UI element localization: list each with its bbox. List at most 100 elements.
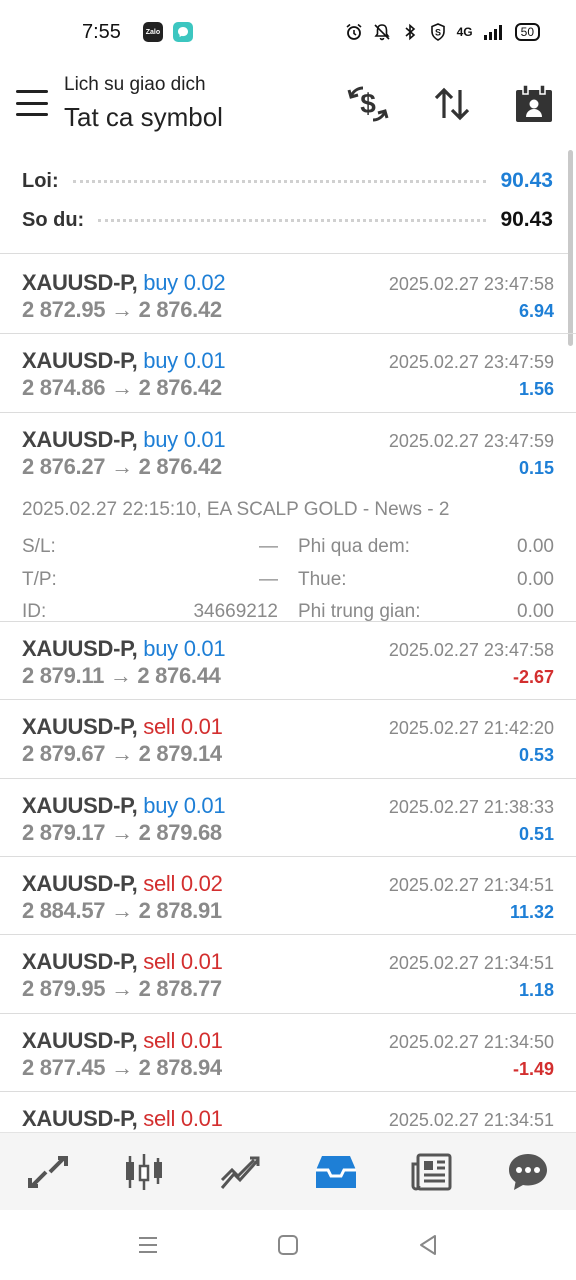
trade-row[interactable]: XAUUSD-P, buy 0.01 2025.02.27 23:47:58 2 8… (0, 622, 576, 701)
swap-label: Phi qua dem: (298, 536, 410, 558)
header-subtitle: Lich su giao dich (64, 74, 206, 95)
trade-title: XAUUSD-P, buy 0.01 (22, 348, 226, 374)
trade-time: 2025.02.27 21:34:51 (388, 953, 554, 974)
trade-time: 2025.02.27 23:47:59 (388, 352, 554, 373)
battery-indicator: 50 (514, 23, 540, 41)
trade-profit: 0.53 (518, 745, 554, 766)
history-icon[interactable] (306, 1144, 366, 1200)
header-title[interactable]: Tat ca symbol (64, 102, 223, 133)
trade-type: buy (143, 348, 178, 374)
trade-volume: 0.01 (180, 949, 223, 975)
status-bar: 7:55 Zalo S 4G 50 (0, 0, 576, 64)
trade-symbol: XAUUSD-P, (22, 348, 138, 374)
id-value: 34669212 (193, 601, 278, 623)
menu-icon[interactable] (16, 90, 48, 116)
trade-prices: 2 879.95 → 2 878.77 (22, 976, 222, 1002)
trade-row[interactable]: XAUUSD-P, sell 0.01 2025.02.27 21:34:50 2 … (0, 1014, 576, 1093)
sort-icon[interactable] (430, 82, 474, 126)
tp-value: — (259, 568, 278, 590)
trade-prices: 2 879.11 → 2 876.44 (22, 663, 221, 689)
alarm-icon (346, 23, 362, 40)
trade-time: 2025.02.27 21:34:50 (388, 1031, 554, 1052)
trade-volume: 0.01 (180, 1027, 223, 1053)
profit-value: 90.43 (500, 169, 553, 192)
back-icon[interactable] (408, 1225, 448, 1265)
trade-row[interactable]: XAUUSD-P, sell 0.01 2025.02.27 21:34:51 2 … (0, 935, 576, 1014)
chat-icon[interactable] (498, 1144, 558, 1200)
dollar-swap-icon[interactable]: $ (346, 82, 390, 126)
trade-prices: 2 879.17 → 2 879.68 (22, 820, 222, 846)
trade-volume: 0.01 (180, 1106, 223, 1132)
trade-title: XAUUSD-P, sell 0.01 (22, 1028, 223, 1054)
app-header: Lich su giao dich Tat ca symbol $ (0, 64, 576, 150)
trade-volume: 0.01 (183, 426, 226, 452)
trade-symbol: XAUUSD-P, (22, 270, 138, 295)
calendar-icon[interactable] (512, 82, 556, 126)
recent-apps-icon[interactable] (128, 1225, 168, 1265)
bluetooth-icon (405, 23, 415, 41)
mute-bell-icon (374, 24, 390, 41)
open-price: 2 877.45 (22, 1054, 106, 1080)
trade-time: 2025.02.27 21:38:33 (388, 796, 554, 817)
trade-time: 2025.02.27 23:47:59 (388, 430, 554, 451)
trade-volume: 0.02 (180, 870, 223, 896)
home-icon[interactable] (268, 1225, 308, 1265)
trade-row[interactable]: XAUUSD-P, buy 0.01 2025.02.27 23:47:59 2 8… (0, 334, 576, 413)
quotes-icon[interactable] (18, 1144, 78, 1200)
open-price: 2 884.57 (22, 897, 106, 923)
trade-type: sell (143, 1106, 176, 1132)
dotted-leader (72, 179, 487, 183)
arrow: → (111, 453, 133, 479)
trade-prices: 2 876.27 → 2 876.42 (22, 454, 222, 480)
trade-symbol: XAUUSD-P, (22, 1027, 138, 1053)
trade-volume: 0.01 (183, 635, 226, 661)
status-time: 7:55 (82, 20, 121, 43)
open-price: 2 879.11 (22, 662, 105, 688)
chart-icon[interactable] (114, 1144, 174, 1200)
trade-type: sell (143, 1027, 176, 1053)
trade-row[interactable]: XAUUSD-P, sell 0.01 2025.02.27 21:34:51 (0, 1092, 576, 1132)
close-price: 2 879.14 (138, 741, 223, 767)
trade-title: XAUUSD-P, buy 0.01 (22, 635, 226, 662)
profit-label: Loi: (22, 169, 59, 192)
trade-type: buy (143, 270, 178, 295)
trade-title: XAUUSD-P, sell 0.01 (22, 714, 223, 740)
trade-title: XAUUSD-P, buy 0.01 (22, 792, 226, 819)
id-label: ID: (22, 601, 47, 623)
trade-icon[interactable] (210, 1144, 270, 1200)
header-titles[interactable]: Lich su giao dich Tat ca symbol (64, 74, 223, 133)
trade-row[interactable]: XAUUSD-P, sell 0.02 2025.02.27 21:34:51 2 … (0, 857, 576, 936)
trade-profit: 1.18 (518, 980, 554, 1001)
trade-row[interactable]: XAUUSD-P, buy 0.01 2025.02.27 21:38:33 2 8… (0, 779, 576, 857)
trade-row[interactable]: XAUUSD-P, sell 0.01 2025.02.27 21:42:20 2 … (0, 700, 576, 779)
trade-type: buy (143, 426, 178, 452)
arrow: → (111, 297, 133, 322)
trade-history-list[interactable]: XAUUSD-P, buy 0.02 2025.02.27 23:47:58 2 8… (0, 256, 576, 1132)
trade-type: sell (143, 949, 176, 975)
commission-value: 0.00 (517, 601, 554, 623)
trade-title: XAUUSD-P, sell 0.01 (22, 1106, 223, 1132)
trade-title: XAUUSD-P, buy 0.02 (22, 270, 226, 296)
trade-prices: 2 874.86 → 2 876.42 (22, 375, 222, 401)
network-type: 4G (456, 25, 473, 39)
arrow: → (111, 819, 133, 845)
news-icon[interactable] (402, 1144, 462, 1200)
status-left: 7:55 Zalo (82, 21, 193, 44)
arrow: → (111, 897, 133, 923)
tax-value: 0.00 (517, 568, 554, 590)
commission-label: Phi trung gian: (298, 601, 421, 623)
trade-time: 2025.02.27 21:34:51 (388, 1110, 554, 1131)
trade-profit: 0.51 (518, 823, 554, 844)
trade-time: 2025.02.27 21:42:20 (388, 718, 554, 739)
tp-label: T/P: (22, 568, 57, 590)
signal-icon (483, 25, 502, 40)
open-price: 2 876.27 (22, 453, 106, 479)
trade-symbol: XAUUSD-P, (22, 870, 138, 896)
trade-type: buy (143, 792, 178, 818)
trade-row[interactable]: XAUUSD-P, buy 0.02 2025.02.27 23:47:58 2 8… (0, 256, 576, 335)
detail-row: T/P: — Thue: 0.00 (22, 563, 554, 596)
trade-row[interactable]: XAUUSD-P, buy 0.01 2025.02.27 23:47:59 2 8… (0, 413, 576, 622)
trade-volume: 0.01 (183, 792, 226, 818)
bottom-navigation (0, 1132, 576, 1210)
account-summary: Loi: 90.43 So du: 90.43 (0, 158, 568, 254)
